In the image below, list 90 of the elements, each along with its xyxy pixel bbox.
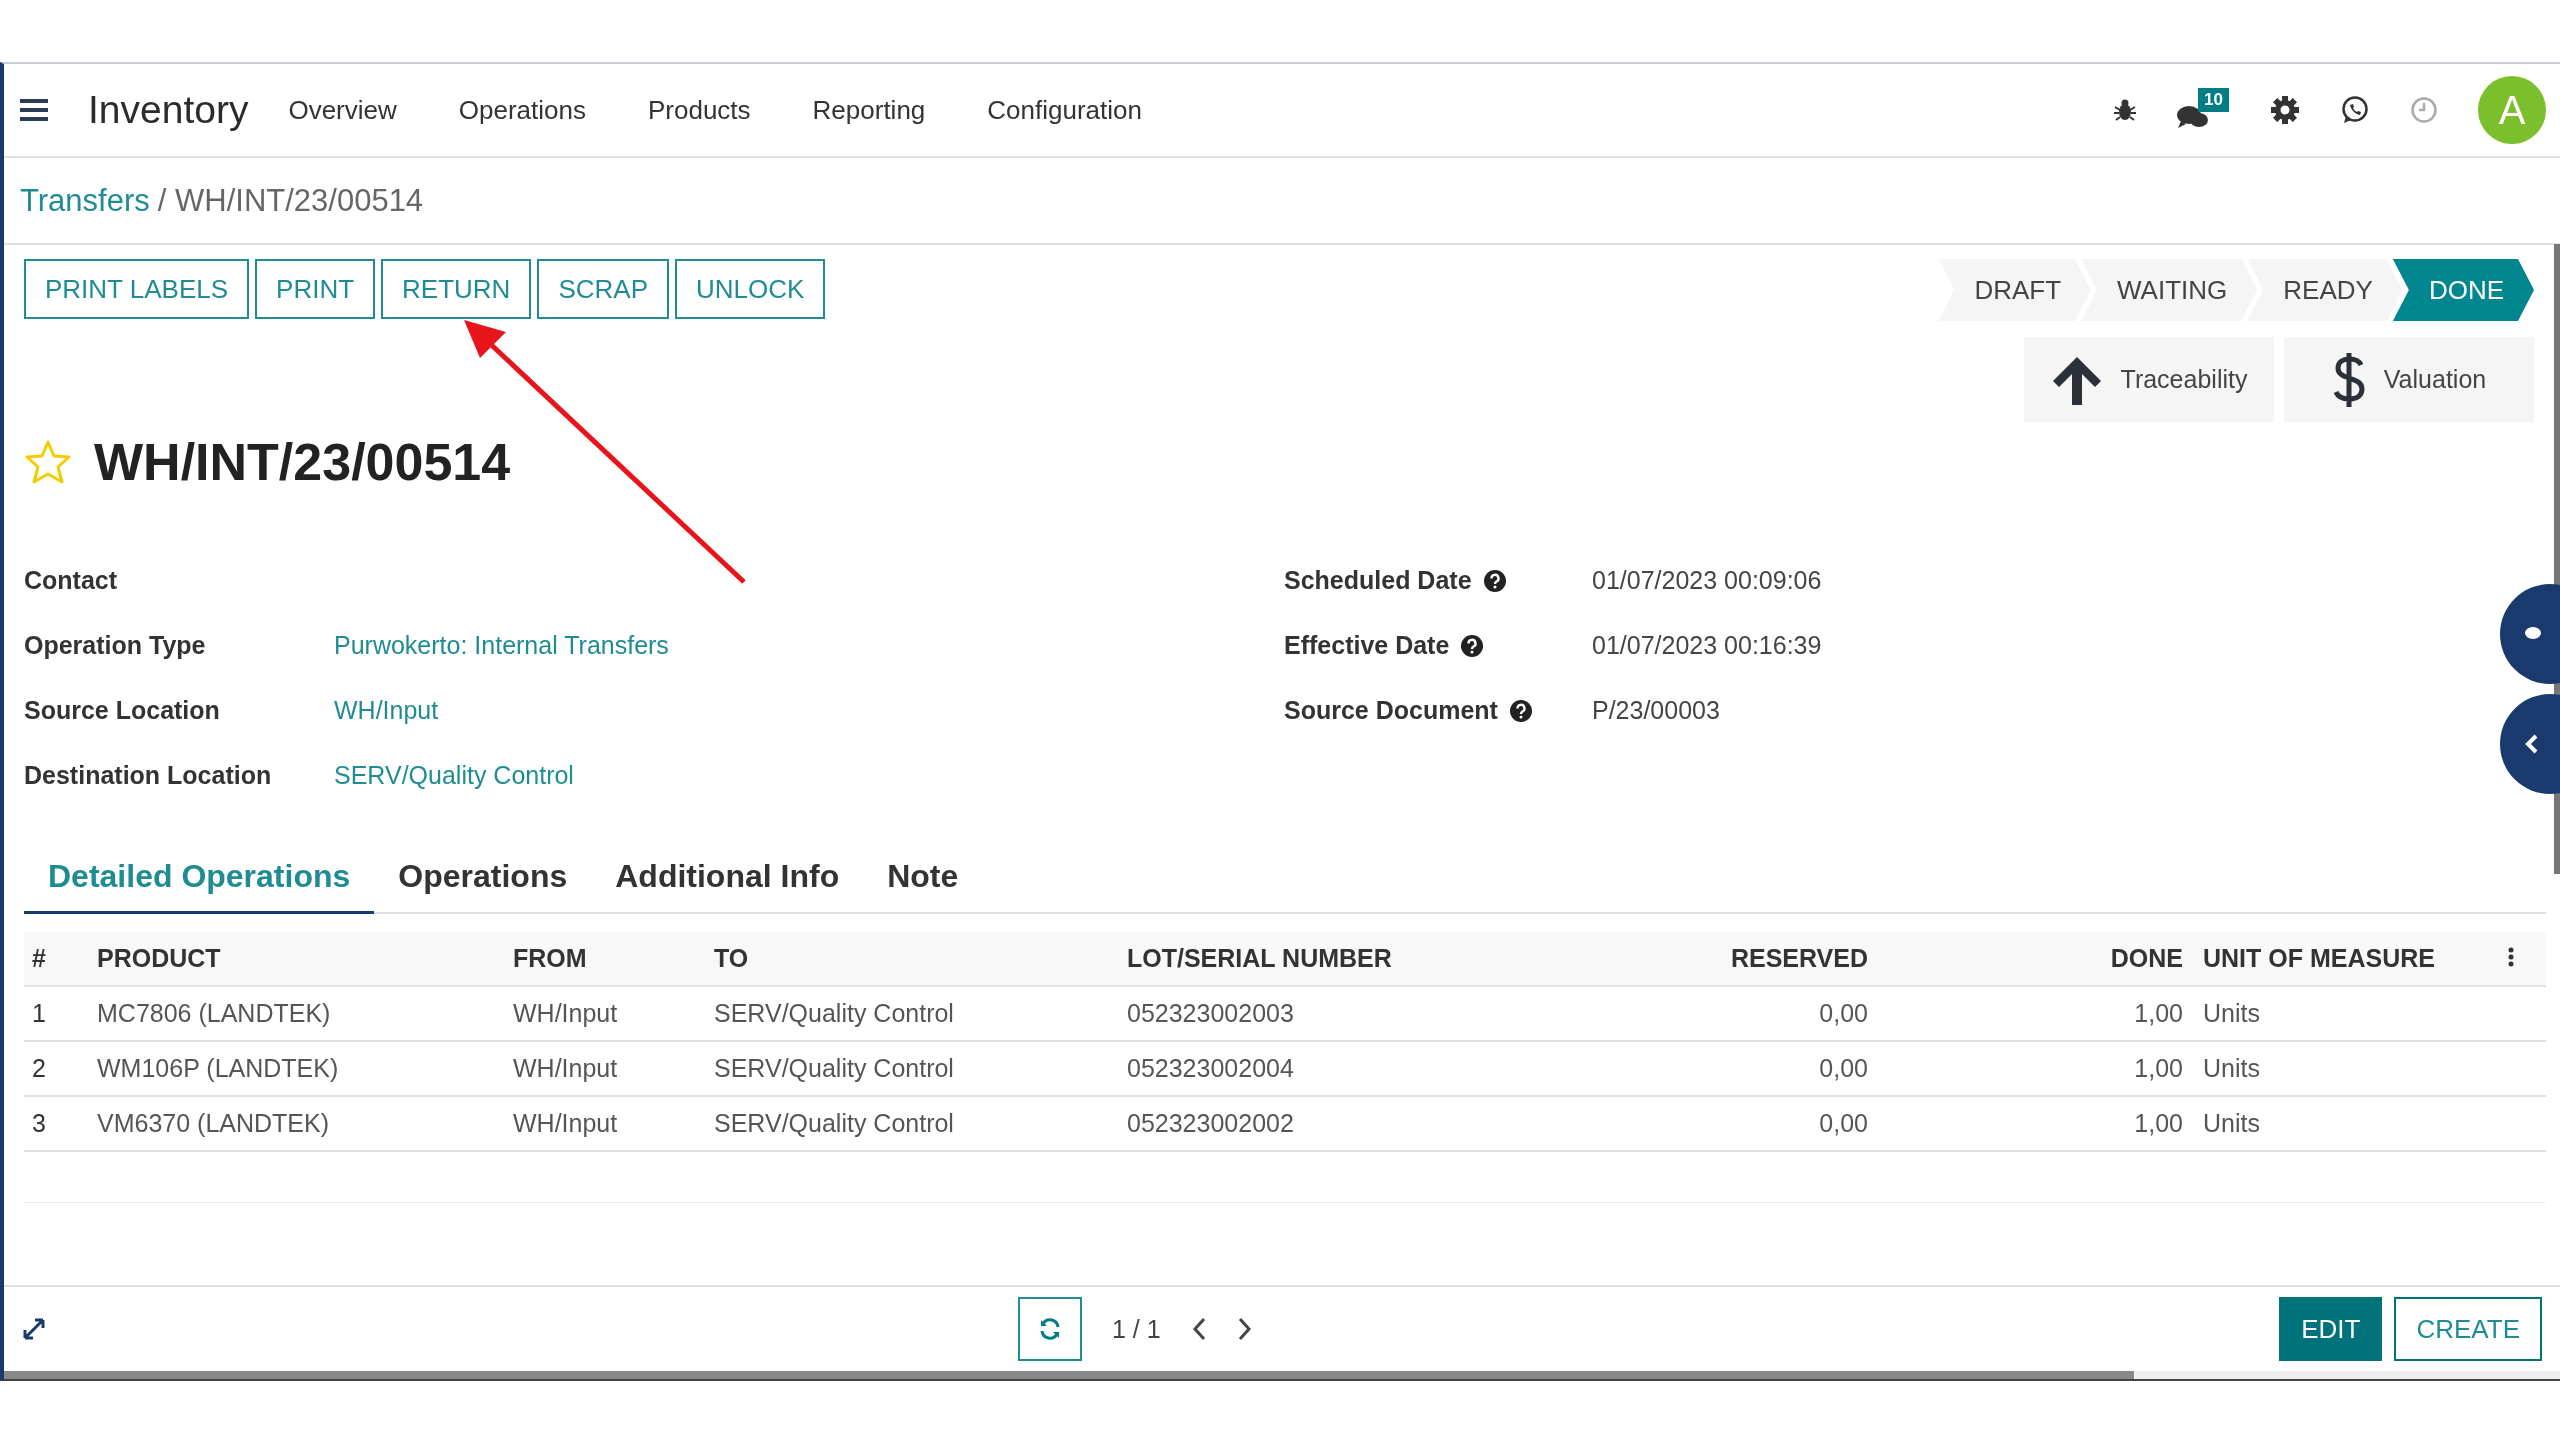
table-cell: 1,00 [1880,986,2195,1041]
field-label: Contact [24,566,119,595]
refresh-button[interactable] [1018,1297,1082,1361]
table-cell: WH/Input [505,1041,706,1096]
table-cell: SERV/Quality Control [706,1041,1119,1096]
table-cell: 0,00 [1585,1096,1880,1151]
field-label: Operation Type [24,631,207,660]
record-title: WH/INT/23/00514 [94,432,511,492]
menu-item[interactable]: Reporting [812,94,926,126]
breadcrumb-link[interactable]: Transfers [20,182,150,219]
help-icon[interactable] [1461,634,1484,657]
menu-icon[interactable] [20,98,48,122]
action-button[interactable]: SCRAP [537,259,669,319]
table-cell: MC7806 (LANDTEK) [89,986,505,1041]
table-cell: 1,00 [1880,1041,2195,1096]
menu-item[interactable]: Configuration [987,94,1142,126]
table-cell: SERV/Quality Control [706,986,1119,1041]
table-cell: SERV/Quality Control [706,1096,1119,1151]
status-step[interactable]: DONE [2392,259,2534,321]
field-link[interactable]: WH/Input [334,696,439,725]
app-name[interactable]: Inventory [88,88,249,132]
table-cell: 0,00 [1585,1041,1880,1096]
table-cell: WH/Input [505,986,706,1041]
previous-icon[interactable] [1190,1317,1207,1341]
table-cell: Units [2195,1096,2500,1151]
tab[interactable]: Additional Info [591,844,864,912]
smart-button[interactable]: Traceability [2024,337,2274,422]
field-label: Effective Date [1284,631,1450,660]
menu-item[interactable]: Products [647,94,751,126]
column-header[interactable]: TO [706,932,1119,986]
pager-counter: 1 / 1 [1112,1314,1161,1344]
column-header[interactable]: RESERVED [1585,932,1880,986]
column-header[interactable]: # [24,932,89,986]
field-label: Scheduled Date [1284,566,1472,595]
form-button[interactable]: EDIT [2279,1297,2383,1361]
field-value: P/23/00003 [1592,696,1720,725]
field-value: 01/07/2023 00:09:06 [1592,566,1822,595]
tab[interactable]: Operations [374,844,592,912]
expand-icon[interactable] [22,1317,46,1341]
action-button[interactable]: UNLOCK [674,259,826,319]
table-cell: 052323002003 [1119,986,1585,1041]
table-cell: 0,00 [1585,986,1880,1041]
status-step[interactable]: WAITING [2081,259,2258,321]
scrollbar-thumb[interactable] [4,1371,2134,1379]
refresh-icon [1038,1317,1062,1341]
column-header[interactable]: PRODUCT [89,932,505,986]
table-cell: 052323002002 [1119,1096,1585,1151]
table-cell: 1 [24,986,89,1041]
form-button[interactable]: CREATE [2394,1297,2542,1361]
chevron-left-icon [2524,733,2540,755]
table-cell: 2 [24,1041,89,1096]
action-button[interactable]: PRINT [255,259,376,319]
action-button[interactable]: PRINT LABELS [24,259,250,319]
table-cell: WM106P (LANDTEK) [89,1041,505,1096]
tab[interactable]: Note [863,844,983,912]
action-button[interactable]: RETURN [381,259,532,319]
field-label: Source Document [1284,696,1498,725]
next-icon[interactable] [1236,1317,1253,1341]
notification-badge: 10 [2198,88,2229,112]
field-value: 01/07/2023 00:16:39 [1592,631,1822,660]
column-header[interactable]: UNIT OF MEASURE [2195,932,2500,986]
table-cell: 3 [24,1096,89,1151]
breadcrumb-current: / WH/INT/23/00514 [157,182,424,219]
status-step[interactable]: DRAFT [1938,259,2092,321]
table-cell: WH/Input [505,1096,706,1151]
star-icon[interactable] [24,439,72,485]
column-header[interactable]: FROM [505,932,706,986]
column-header[interactable]: DONE [1880,932,2195,986]
column-header[interactable]: LOT/SERIAL NUMBER [1119,932,1585,986]
table-cell: 1,00 [1880,1096,2195,1151]
status-step[interactable]: READY [2247,259,2403,321]
field-label: Source Location [24,696,221,725]
table-cell: VM6370 (LANDTEK) [89,1096,505,1151]
table-cell: Units [2195,986,2500,1041]
field-link[interactable]: Purwokerto: Internal Transfers [334,631,669,660]
tab[interactable]: Detailed Operations [24,844,375,914]
bug-icon[interactable] [2114,98,2136,122]
field-link[interactable]: SERV/Quality Control [334,761,574,790]
field-label: Destination Location [24,761,273,790]
table-cell: 052323002004 [1119,1041,1585,1096]
settings-icon[interactable] [2270,95,2300,125]
table-cell: Units [2195,1041,2500,1096]
more-options-icon[interactable] [2508,947,2514,967]
help-icon[interactable] [1509,699,1532,722]
menu-item[interactable]: Operations [458,94,586,126]
dollar-icon [2331,350,2366,409]
smart-button[interactable]: Valuation [2284,337,2534,422]
menu-item[interactable]: Overview [288,94,397,126]
help-icon[interactable] [1483,569,1506,592]
whatsapp-icon[interactable] [2340,95,2370,125]
